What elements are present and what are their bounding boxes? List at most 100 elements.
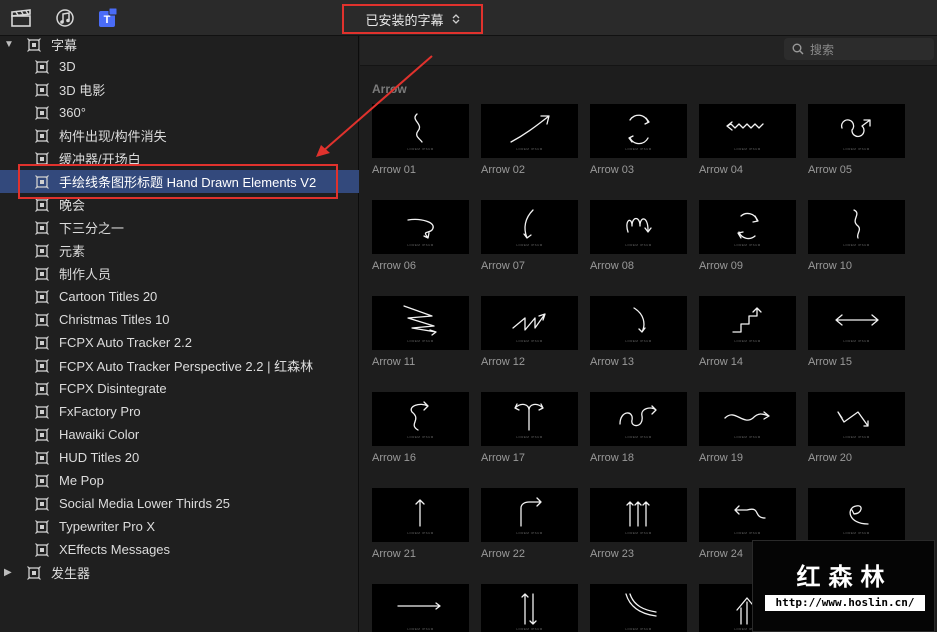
sidebar-item-label: 晚会 — [59, 198, 86, 213]
thumbnail-tag: LOREM IPSUM — [734, 435, 761, 439]
arrow-thumbnail[interactable]: LOREM IPSUM — [808, 488, 905, 542]
sidebar-item-12[interactable]: FCPX Auto Tracker 2.2 — [0, 331, 359, 354]
title-category-icon — [35, 312, 49, 327]
watermark: 红森林 http://www.hoslin.cn/ — [752, 540, 935, 632]
sidebar-item-9[interactable]: 制作人员 — [0, 262, 359, 285]
sidebar-item-21[interactable]: XEffects Messages — [0, 538, 359, 561]
arrow-thumbnail[interactable]: LOREM IPSUM — [808, 104, 905, 158]
thumbnail-tag: LOREM IPSUM — [407, 147, 434, 151]
arrow-thumbnail[interactable]: LOREM IPSUM — [699, 200, 796, 254]
sidebar-item-1[interactable]: 3D 电影 — [0, 78, 359, 101]
arrow-thumbnail[interactable]: LOREM IPSUM — [590, 104, 687, 158]
title-category-icon — [35, 289, 49, 304]
thumbnail-caption: Arrow 24 — [699, 548, 744, 560]
arrow-thumbnail[interactable]: LOREM IPSUM — [699, 488, 796, 542]
sidebar-item-titles[interactable]: ▼ 字幕 — [0, 33, 359, 56]
arrow-thumbnail[interactable]: LOREM IPSUM — [481, 392, 578, 446]
sidebar-item-11[interactable]: Christmas Titles 10 — [0, 308, 359, 331]
sidebar-item-10[interactable]: Cartoon Titles 20 — [0, 285, 359, 308]
sidebar-item-label: Social Media Lower Thirds 25 — [59, 496, 231, 511]
arrow-thumbnail[interactable]: LOREM IPSUM — [481, 200, 578, 254]
thumbnail-caption: Arrow 13 — [590, 356, 635, 368]
thumbnail-caption: Arrow 05 — [808, 164, 853, 176]
sidebar-item-16[interactable]: Hawaiki Color — [0, 423, 359, 446]
thumbnail-tag: LOREM IPSUM — [516, 627, 543, 631]
thumbnail-caption: Arrow 19 — [699, 452, 744, 464]
sidebar-item-label: 3D — [59, 59, 76, 74]
arrow-thumbnail[interactable]: LOREM IPSUM — [372, 200, 469, 254]
arrow-thumbnail[interactable]: LOREM IPSUM — [372, 392, 469, 446]
arrow-thumbnail[interactable]: LOREM IPSUM — [590, 488, 687, 542]
arrow-thumbnail[interactable]: LOREM IPSUM — [481, 104, 578, 158]
arrow-preview-icon — [625, 593, 657, 617]
arrow-thumbnail[interactable]: LOREM IPSUM — [481, 296, 578, 350]
arrow-thumbnail[interactable]: LOREM IPSUM — [590, 584, 687, 632]
disclosure-collapsed-icon[interactable]: ▶ — [4, 567, 14, 578]
arrow-thumbnail[interactable]: LOREM IPSUM — [372, 104, 469, 158]
arrow-thumbnail[interactable]: LOREM IPSUM — [699, 104, 796, 158]
sidebar-item-label: 手绘线条图形标题 Hand Drawn Elements V2 — [59, 175, 317, 190]
title-category-icon — [35, 197, 49, 212]
arrow-preview-icon — [397, 602, 441, 610]
arrow-thumbnail[interactable]: LOREM IPSUM — [372, 296, 469, 350]
sidebar-item-4[interactable]: 缓冲器/开场白 — [0, 147, 359, 170]
title-category-icon — [35, 243, 49, 258]
sidebar-item-20[interactable]: Typewriter Pro X — [0, 515, 359, 538]
thumbnail-tag: LOREM IPSUM — [407, 339, 434, 343]
clapper-icon[interactable] — [10, 8, 32, 28]
arrow-thumbnail[interactable]: LOREM IPSUM — [372, 488, 469, 542]
thumbnail-caption: Arrow 11 — [372, 356, 416, 368]
sidebar-item-generators[interactable]: ▶ 发生器 — [0, 561, 359, 584]
thumbnail-tag: LOREM IPSUM — [407, 627, 434, 631]
thumbnail-caption: Arrow 22 — [481, 548, 526, 560]
thumbnail-caption: Arrow 03 — [590, 164, 635, 176]
sidebar-item-6[interactable]: 晚会 — [0, 193, 359, 216]
arrow-thumbnail[interactable]: LOREM IPSUM — [808, 392, 905, 446]
title-category-icon — [35, 82, 49, 97]
thumbnail-caption: Arrow 21 — [372, 548, 417, 560]
sidebar-item-0[interactable]: 3D — [0, 55, 359, 78]
sidebar-item-label: XEffects Messages — [59, 542, 171, 557]
thumbnail-caption: Arrow 08 — [590, 260, 635, 272]
installed-titles-dropdown[interactable]: 已安装的字幕 — [342, 4, 483, 34]
sidebar-item-13[interactable]: FCPX Auto Tracker Perspective 2.2 | 红森林 — [0, 354, 359, 377]
arrow-thumbnail[interactable]: LOREM IPSUM — [808, 296, 905, 350]
thumbnail-caption: Arrow 15 — [808, 356, 853, 368]
thumbnail-caption: Arrow 18 — [590, 452, 635, 464]
sidebar-item-19[interactable]: Social Media Lower Thirds 25 — [0, 492, 359, 515]
thumbnail-tag: LOREM IPSUM — [407, 531, 434, 535]
arrow-thumbnail[interactable]: LOREM IPSUM — [808, 200, 905, 254]
toolbar: T 已安装的字幕 — [0, 0, 937, 36]
sidebar-item-18[interactable]: Me Pop — [0, 469, 359, 492]
titles-icon[interactable]: T — [96, 8, 118, 28]
arrow-thumbnail[interactable]: LOREM IPSUM — [590, 296, 687, 350]
sidebar-item-7[interactable]: 下三分之一 — [0, 216, 359, 239]
arrow-thumbnail[interactable]: LOREM IPSUM — [372, 584, 469, 632]
arrow-thumbnail[interactable]: LOREM IPSUM — [590, 200, 687, 254]
arrow-thumbnail[interactable]: LOREM IPSUM — [699, 296, 796, 350]
title-category-icon — [35, 105, 49, 120]
sidebar-item-label: 字幕 — [51, 38, 78, 53]
arrow-thumbnail[interactable]: LOREM IPSUM — [699, 392, 796, 446]
music-note-icon[interactable] — [54, 8, 76, 28]
thumbnail-caption: Arrow 10 — [808, 260, 853, 272]
search-input[interactable]: 搜索 — [784, 38, 934, 60]
thumbnail-tag: LOREM IPSUM — [516, 243, 543, 247]
title-category-icon — [35, 128, 49, 143]
title-category-icon — [35, 59, 49, 74]
sidebar-item-15[interactable]: FxFactory Pro — [0, 400, 359, 423]
title-category-icon — [35, 542, 49, 557]
arrow-thumbnail[interactable]: LOREM IPSUM — [481, 584, 578, 632]
sidebar-item-2[interactable]: 360° — [0, 101, 359, 124]
sidebar-item-17[interactable]: HUD Titles 20 — [0, 446, 359, 469]
sidebar-item-3[interactable]: 构件出现/构件消失 — [0, 124, 359, 147]
sidebar-item-14[interactable]: FCPX Disintegrate — [0, 377, 359, 400]
title-category-icon — [35, 174, 49, 189]
disclosure-expanded-icon[interactable]: ▼ — [4, 39, 14, 50]
sidebar-item-8[interactable]: 元素 — [0, 239, 359, 262]
arrow-thumbnail[interactable]: LOREM IPSUM — [590, 392, 687, 446]
sidebar-item-5[interactable]: 手绘线条图形标题 Hand Drawn Elements V2 — [0, 170, 359, 193]
arrow-thumbnail[interactable]: LOREM IPSUM — [481, 488, 578, 542]
thumbnail-tag: LOREM IPSUM — [734, 531, 761, 535]
thumbnail-tag: LOREM IPSUM — [734, 339, 761, 343]
